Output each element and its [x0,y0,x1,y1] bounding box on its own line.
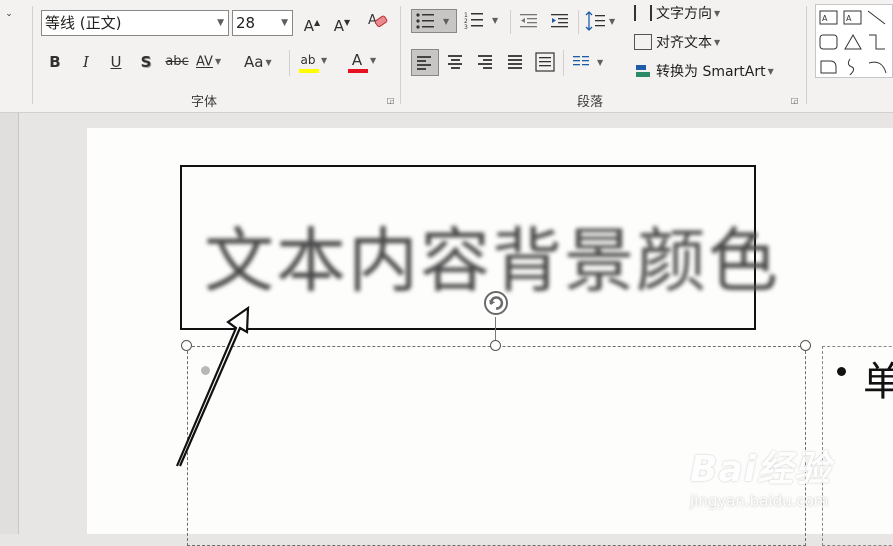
text-shadow-button[interactable]: S [134,50,158,74]
shrink-font-button[interactable]: A▼ [330,11,354,35]
svg-text:▼: ▼ [492,16,499,25]
align-center-icon [448,55,462,71]
watermark-brand: Bai经验 [690,449,832,490]
convert-smartart-label: 转换为 SmartArt [656,64,766,80]
shapes-gallery-icons: A A [819,10,887,76]
highlight-color-button[interactable]: ab ▼ [297,48,337,73]
numbering-icon: 1 2 3 ▼ [464,12,499,31]
align-text-icon [634,34,652,50]
ribbon-separator [400,6,401,104]
highlight-color-bar [299,69,319,73]
bullets-icon: ▼ [416,13,450,29]
align-left-icon [417,56,431,72]
align-right-icon [478,55,492,71]
annotation-arrow [175,305,250,467]
align-text-button[interactable]: 对齐文本 ▼ [634,33,720,53]
bullets-button[interactable]: ▼ [411,9,457,33]
chevron-down-icon: ▼ [281,18,288,28]
shrink-font-icon: A [333,17,345,35]
font-color-bar [348,69,368,73]
baidu-watermark: Bai经验 jingyan.baidu.com [690,440,860,520]
clear-formatting-button[interactable]: A [366,10,390,34]
distributed-button[interactable] [533,50,557,74]
align-right-button[interactable] [473,50,497,74]
numbering-button[interactable]: 1 2 3 ▼ [462,9,506,33]
chevron-down-icon: ▼ [714,9,721,18]
svg-text:▼: ▼ [443,17,450,26]
ribbon-separator [563,50,564,76]
font-size-combo[interactable]: 28 ▼ [232,10,293,36]
justify-icon [508,55,522,71]
font-size-value: 28 [236,14,256,32]
svg-text:▼: ▼ [609,17,616,26]
smartart-icon [634,63,652,79]
title-textbox[interactable]: 文本内容背景颜色 [180,165,778,330]
chevron-down-icon: ▼ [217,18,224,28]
eraser-icon: A [368,13,388,28]
ribbon: ⌄ 等线 (正文) ▼ 28 ▼ A▲ A▼ A B I U S abc AV ▼… [0,0,893,113]
text-direction-icon [634,5,652,21]
underline-button[interactable]: U [104,50,128,74]
chevron-down-icon: ▼ [214,57,222,66]
list-bullet [837,367,846,376]
thumbnail-pane-edge [0,113,19,534]
bold-button[interactable]: B [43,50,67,74]
ribbon-separator [578,10,579,34]
change-case-button[interactable]: Aa ▼ [244,50,284,74]
columns-icon: ▼ [573,56,604,67]
italic-button[interactable]: I [74,50,98,74]
grow-font-icon: A [303,17,315,35]
ribbon-separator [289,50,290,76]
right-placeholder-text: 单 [863,349,893,407]
font-name-value: 等线 (正文) [45,14,122,32]
spacing-icon: AV [196,54,213,70]
align-center-button[interactable] [443,50,467,74]
change-case-icon: Aa [244,53,264,71]
character-spacing-button[interactable]: AV ▼ [196,50,234,74]
chevron-down-icon: ▼ [767,67,774,76]
svg-text:▼: ▼ [597,58,604,67]
grow-font-button[interactable]: A▲ [300,11,324,35]
align-text-label: 对齐文本 [656,35,712,51]
increase-indent-button[interactable] [548,9,572,33]
text-direction-button[interactable]: 文字方向 ▼ [634,4,720,24]
line-spacing-icon: ▼ [585,11,616,31]
ribbon-collapse-arrow[interactable]: ⌄ [0,2,18,26]
svg-text:A: A [846,14,852,23]
columns-button[interactable]: ▼ [570,50,610,74]
chevron-down-icon: ▼ [265,57,272,67]
watermark-url: jingyan.baidu.com [690,492,829,510]
resize-handle-top-center[interactable] [490,340,501,351]
font-color-button[interactable]: A ▼ [346,48,386,73]
shapes-gallery[interactable]: A A [815,4,893,78]
font-name-combo[interactable]: 等线 (正文) ▼ [41,10,229,36]
svg-text:A: A [822,14,828,23]
font-dialog-launcher-icon[interactable]: ◲ [386,96,395,105]
paragraph-dialog-launcher-icon[interactable]: ◲ [790,96,799,105]
line-spacing-button[interactable]: ▼ [584,9,620,33]
increase-indent-icon [551,14,568,28]
distributed-icon [535,52,555,72]
ribbon-separator [32,6,33,104]
decrease-indent-button[interactable] [517,9,541,33]
ribbon-separator [806,6,807,104]
strikethrough-button[interactable]: abc [163,50,191,74]
justify-button[interactable] [503,50,527,74]
align-left-button[interactable] [411,49,439,76]
convert-smartart-button[interactable]: 转换为 SmartArt ▼ [634,62,774,82]
paragraph-group-label: 段落 [577,95,604,110]
chevron-down-icon: ▼ [370,55,377,65]
chevron-down-icon: ▼ [321,55,328,65]
decrease-indent-icon [520,14,537,28]
rotate-handle-icon[interactable] [482,289,510,317]
chevron-down-icon: ▼ [714,38,721,47]
svg-text:3: 3 [464,24,468,31]
text-direction-label: 文字方向 [656,6,712,22]
resize-handle-top-right[interactable] [800,340,811,351]
font-group-label: 字体 [191,95,218,110]
ribbon-separator [510,10,511,34]
